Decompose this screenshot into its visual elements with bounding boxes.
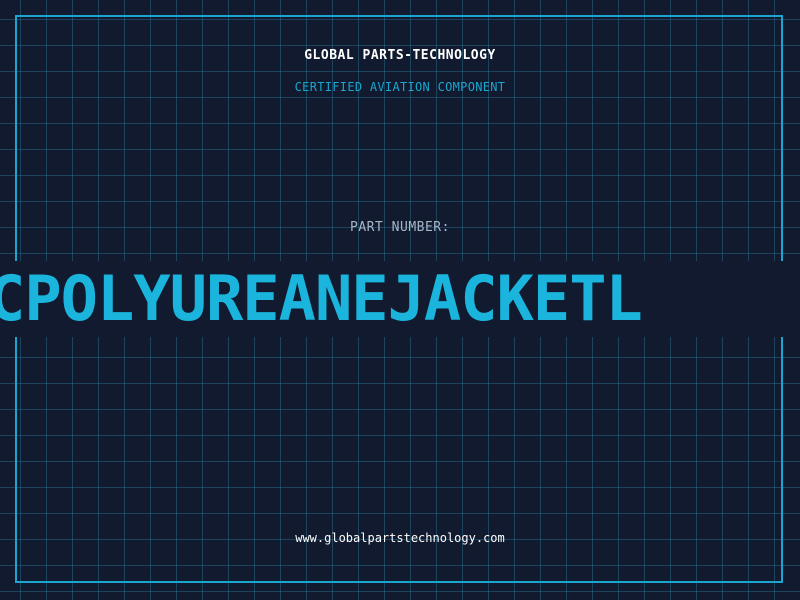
website-url: www.globalpartstechnology.com [295, 531, 505, 545]
part-number-label: PART NUMBER: [350, 220, 450, 235]
part-number-value: CPOLYUREANEJACKETL [0, 262, 643, 335]
company-name: GLOBAL PARTS-TECHNOLOGY [304, 48, 496, 63]
certificate-card: GLOBAL PARTS-TECHNOLOGY CERTIFIED AVIATI… [0, 0, 800, 600]
certification-subtitle: CERTIFIED AVIATION COMPONENT [294, 80, 506, 94]
part-number-band: CPOLYUREANEJACKETL [0, 261, 800, 337]
